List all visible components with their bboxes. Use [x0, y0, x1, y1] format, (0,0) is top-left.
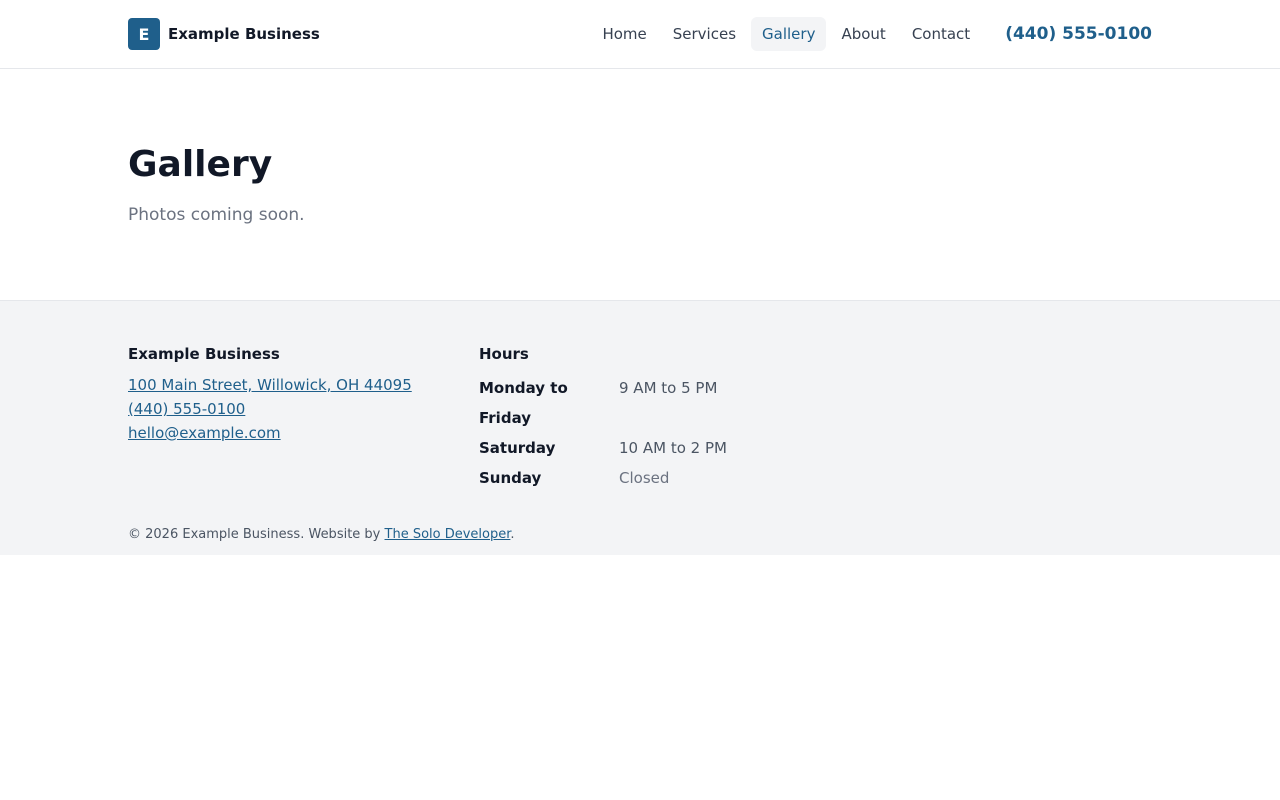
footer-address-link[interactable]: 100 Main Street, Willowick, OH 44095	[128, 373, 479, 397]
page-lead: Photos coming soon.	[128, 205, 305, 225]
footer-phone-link[interactable]: (440) 555-0100	[128, 397, 479, 421]
main-nav: Home Services Gallery About Contact (440…	[587, 17, 1152, 51]
hours-row: Monday to Friday 9 AM to 5 PM	[479, 373, 727, 433]
footer-hours-column: Hours Monday to Friday 9 AM to 5 PM Satu…	[479, 345, 727, 493]
site-footer: Example Business 100 Main Street, Willow…	[0, 300, 1280, 555]
footer-email-link[interactable]: hello@example.com	[128, 421, 479, 445]
copyright-prefix: © 2026 Example Business. Website by	[128, 527, 385, 542]
hours-time: 10 AM to 2 PM	[619, 439, 727, 457]
hours-row: Saturday 10 AM to 2 PM	[479, 433, 727, 463]
developer-link[interactable]: The Solo Developer	[385, 527, 511, 542]
header-inner: E Example Business Home Services Gallery…	[128, 0, 1152, 68]
page-title: Gallery	[128, 144, 273, 185]
hours-day: Saturday	[479, 439, 556, 457]
copyright-text: © 2026 Example Business. Website by The …	[128, 527, 1152, 542]
nav-services-link[interactable]: Services	[662, 17, 747, 51]
hours-row: Sunday Closed	[479, 463, 727, 493]
site-header: E Example Business Home Services Gallery…	[0, 0, 1280, 69]
hours-time: 9 AM to 5 PM	[619, 379, 718, 397]
footer-columns: Example Business 100 Main Street, Willow…	[128, 345, 1152, 493]
brand-logo-link[interactable]: E Example Business	[128, 18, 320, 50]
nav-about-link[interactable]: About	[830, 17, 896, 51]
main-content: Gallery Photos coming soon.	[128, 69, 1152, 300]
brand-logo-icon: E	[128, 18, 160, 50]
nav-gallery-link[interactable]: Gallery	[751, 17, 827, 51]
header-phone-link[interactable]: (440) 555-0100	[1005, 24, 1152, 44]
footer-inner: Example Business 100 Main Street, Willow…	[128, 301, 1152, 542]
nav-contact-link[interactable]: Contact	[901, 17, 981, 51]
footer-hours-heading: Hours	[479, 345, 529, 363]
hours-day: Sunday	[479, 469, 542, 487]
copyright-suffix: .	[510, 527, 515, 542]
brand-name: Example Business	[168, 25, 320, 43]
footer-contact-heading: Example Business	[128, 345, 280, 363]
hours-time: Closed	[619, 469, 670, 487]
footer-contact-column: Example Business 100 Main Street, Willow…	[128, 345, 479, 493]
nav-home-link[interactable]: Home	[591, 17, 657, 51]
hours-day: Monday to Friday	[479, 379, 568, 427]
